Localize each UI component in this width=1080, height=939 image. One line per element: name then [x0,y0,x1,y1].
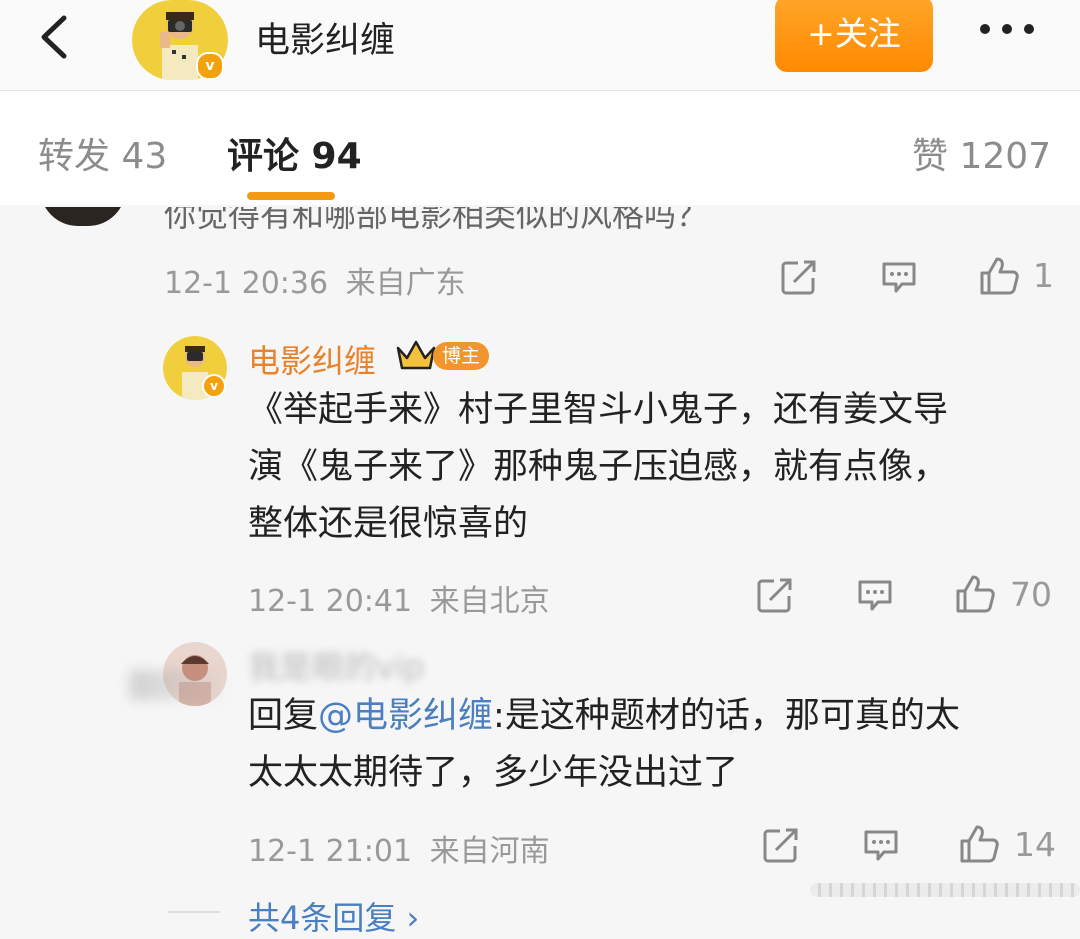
timestamp: 12-1 21:01 [248,834,413,869]
like-icon[interactable] [978,255,1020,297]
comment-line: 《举起手来》村子里智斗小鬼子，还有姜文导 [248,390,949,430]
verified-badge: v [202,374,226,398]
view-replies-link[interactable]: 共4条回复 › [248,893,419,939]
comment-time: 12-1 20:36 来自广东 [164,258,466,302]
mention-link[interactable]: @电影纠缠 [318,696,493,736]
follow-button[interactable]: +关注 [775,0,933,72]
share-icon[interactable] [756,576,794,614]
verified-badge: v [196,52,224,80]
comment-icon[interactable] [880,258,918,296]
location: 来自广东 [345,266,466,301]
comment-text: :是这种题材的话，那可真的太 [493,696,960,736]
comment-line: 演《鬼子来了》那种鬼子压迫感，就有点像， [248,447,949,487]
more-icon[interactable] [975,14,1039,44]
timestamp: 12-1 20:41 [248,584,413,619]
like-count: 70 [1010,575,1052,614]
tab-active-indicator [247,192,335,200]
divider [168,911,220,913]
blur-overlay [130,670,230,700]
tab-like[interactable]: 赞 1207 [912,127,1051,179]
comment-line: 整体还是很惊喜的 [248,504,529,544]
comment-icon[interactable] [856,576,894,614]
comment-line: 太太太期待了，多少年没出过了 [248,753,739,793]
blogger-label: 博主 [433,342,489,370]
comment-author[interactable]: 我是眼的vip [248,642,424,688]
comment-icon[interactable] [862,826,900,864]
crown-icon [396,340,436,370]
comment-line: 回复@电影纠缠:是这种题材的话，那可真的太 [248,688,960,745]
like-count: 14 [1014,825,1056,864]
share-icon[interactable] [762,826,800,864]
tab-bar: 转发 43 评论 94 赞 1207 [0,91,1080,205]
reply-prefix: 回复 [248,696,319,736]
top-bar: v 电影纠缠 +关注 [0,0,1080,91]
back-arrow-icon[interactable] [36,12,76,62]
like-count: 1 [1033,256,1054,295]
location: 来自河南 [429,834,550,869]
like-icon[interactable] [954,573,996,615]
timestamp: 12-1 20:36 [164,266,329,301]
like-icon[interactable] [958,823,1000,865]
blogger-badge: 博主 [395,336,491,374]
share-icon[interactable] [780,258,818,296]
comment-author[interactable]: 电影纠缠 [248,336,376,382]
comment-meta: 12-1 21:01 来自河南 [248,826,550,870]
tab-comment[interactable]: 评论 94 [227,127,362,179]
page-title: 电影纠缠 [255,21,396,61]
location: 来自北京 [429,584,550,619]
tab-repost[interactable]: 转发 43 [38,127,167,179]
comment-meta: 12-1 20:41 来自北京 [248,576,550,620]
watermark-strip [810,883,1080,897]
